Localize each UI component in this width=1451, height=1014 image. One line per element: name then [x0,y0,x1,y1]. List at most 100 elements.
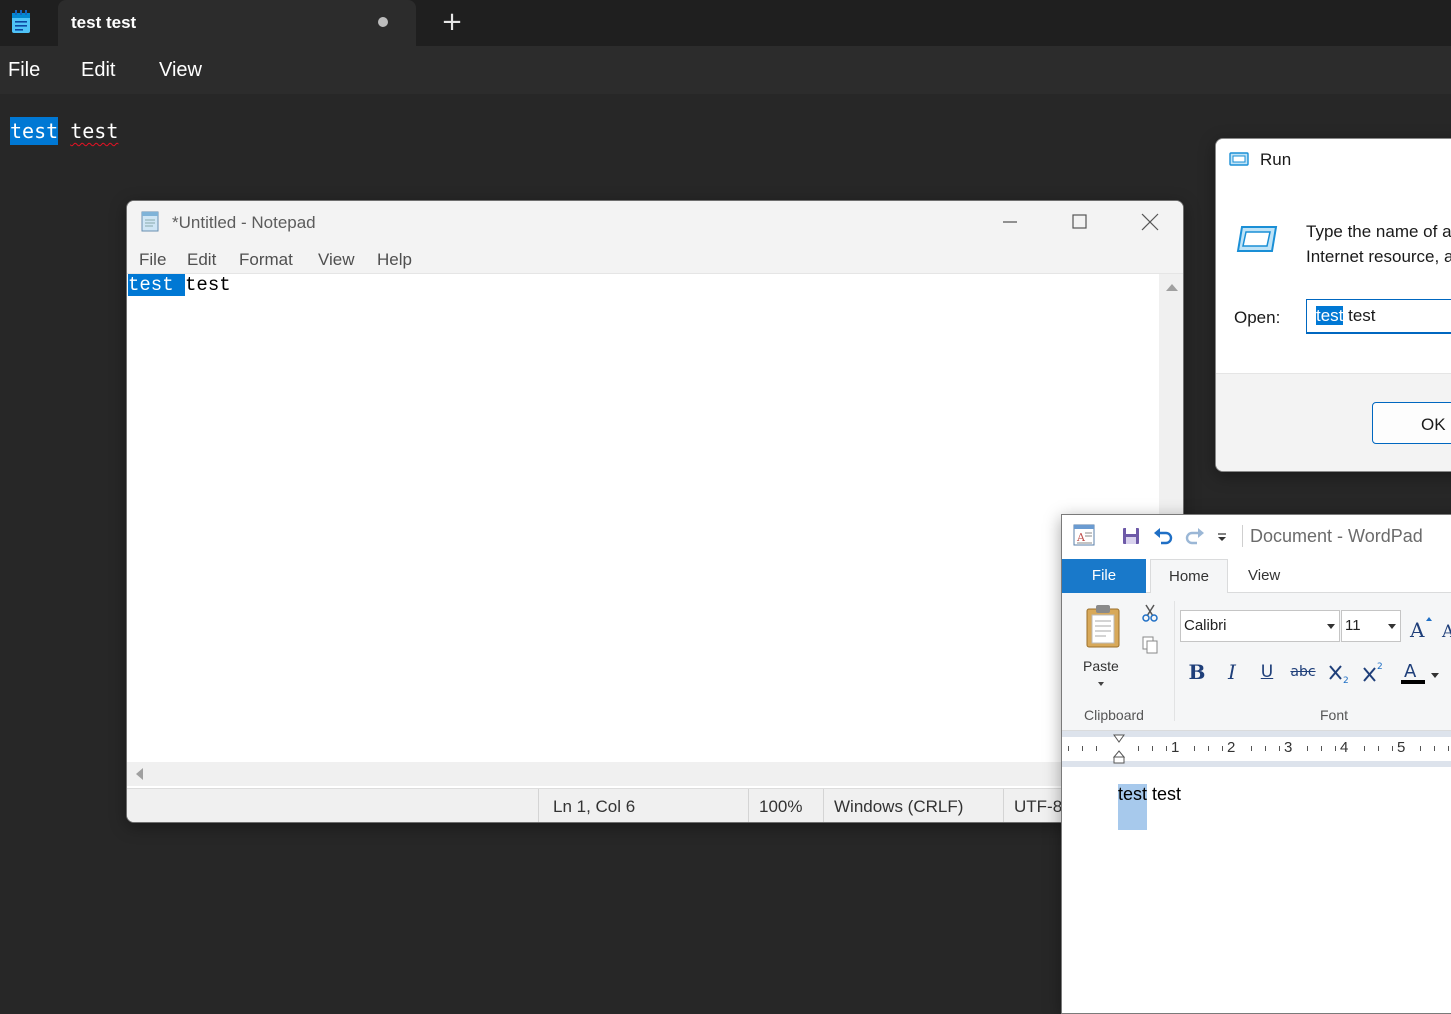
ruler-tick [1392,746,1393,751]
run-description: Type the name of a Internet resource, a [1306,219,1451,269]
run-dialog: Run Type the name of a Internet resource… [1215,138,1451,472]
document-tab[interactable]: test test [58,0,416,46]
horizontal-scrollbar[interactable] [127,762,1159,786]
menu-edit[interactable]: Edit [81,59,115,82]
text-color-icon[interactable]: A [1398,659,1428,685]
customize-quick-access-icon[interactable] [1212,525,1234,547]
redo-icon[interactable] [1184,525,1206,547]
strikethrough-icon[interactable]: abc [1290,659,1316,685]
title-bar: *Untitled - Notepad [127,201,1183,244]
indent-marker-icon[interactable] [1112,733,1126,765]
open-input[interactable]: test test [1306,299,1451,334]
text-editor[interactable]: test test [10,117,118,145]
undo-icon[interactable] [1152,525,1174,547]
notepad-window: *Untitled - Notepad File Edit Format Vie… [126,200,1184,823]
separator [1242,525,1243,547]
ruler-tick [1166,746,1167,751]
text-color-dropdown-icon[interactable] [1431,673,1439,678]
tab-view[interactable]: View [1248,559,1280,593]
minimize-icon[interactable] [997,209,1023,235]
menu-bar: File Edit View [0,46,1451,94]
paste-icon[interactable] [1084,603,1122,649]
document-text: test [1147,784,1182,804]
font-family-value: Calibri [1184,617,1227,634]
unsaved-dot-icon[interactable] [378,17,388,27]
title-bar: test test + [0,0,1451,46]
subscript-icon[interactable]: 2 [1326,659,1352,685]
ok-button[interactable]: OK [1372,402,1451,444]
chevron-down-icon[interactable] [1388,624,1396,629]
notepad-icon [141,211,159,232]
menu-file[interactable]: File [139,250,166,270]
save-icon[interactable] [1120,525,1142,547]
ruler-tick [1307,746,1308,751]
tab-file[interactable]: File [1062,559,1146,593]
ruler-tick [1279,746,1280,751]
ruler-tick [1208,746,1209,751]
ruler-tick [1068,746,1069,751]
menu-view[interactable]: View [318,250,355,270]
ruler-tick [1222,746,1223,751]
ruler-tick [1082,746,1083,751]
bold-icon[interactable]: B [1184,659,1210,685]
input-text: test [1343,306,1376,325]
dialog-title: Run [1260,150,1292,169]
editor-text: test [185,274,231,296]
open-label: Open: [1234,308,1281,327]
tab-home[interactable]: Home [1150,559,1228,594]
text-editor[interactable]: test test [127,274,1159,762]
document-area[interactable]: test test [1062,767,1451,1013]
new-tab-plus-icon[interactable]: + [440,9,464,35]
selected-text: test [10,117,59,145]
description-line-2: Internet resource, a [1306,247,1451,266]
cut-icon[interactable] [1140,603,1160,623]
maximize-icon[interactable] [1066,209,1092,235]
description-line-1: Type the name of a [1306,222,1451,241]
ruler-number: 2 [1227,739,1236,756]
ruler-tick [1265,746,1266,751]
ruler-tick [1434,746,1435,751]
wordpad-window: A Document - WordPad File Home View Past… [1061,514,1451,1014]
ruler[interactable]: 1 2 3 4 5 [1062,731,1451,767]
run-icon [1229,152,1249,166]
font-family-select[interactable]: Calibri [1180,610,1340,642]
ribbon-tabs: File Home View [1062,557,1451,594]
ruler-tick [1378,746,1379,751]
ruler-number: 5 [1397,739,1406,756]
svg-text:A: A [1441,622,1451,641]
clipboard-group-label: Clipboard [1084,707,1144,723]
menu-help[interactable]: Help [377,250,412,270]
scroll-up-arrow-icon[interactable] [1166,284,1178,291]
font-size-select[interactable]: 11 [1341,610,1401,642]
ruler-tick [1420,746,1421,751]
selected-text: test [128,274,186,296]
font-size-value: 11 [1345,617,1361,634]
grow-font-icon[interactable]: A [1408,615,1434,641]
ruler-tick [1194,746,1195,751]
menu-file[interactable]: File [8,59,40,82]
menu-edit[interactable]: Edit [187,250,216,270]
font-group-label: Font [1320,707,1349,723]
ruler-tick [1321,746,1322,751]
shrink-font-icon[interactable]: A [1440,615,1451,641]
underline-icon[interactable]: U [1254,659,1280,685]
chevron-down-icon[interactable] [1327,624,1335,629]
copy-icon[interactable] [1140,635,1160,655]
paste-label[interactable]: Paste [1083,658,1119,674]
scroll-left-arrow-icon[interactable] [136,768,143,780]
menu-format[interactable]: Format [239,250,293,270]
window-title: *Untitled - Notepad [172,213,316,232]
menu-view[interactable]: View [159,59,202,82]
close-icon[interactable] [1137,209,1163,235]
ruler-number: 3 [1284,739,1293,756]
paste-dropdown-arrow-icon[interactable] [1098,682,1104,686]
svg-text:2: 2 [1377,662,1383,672]
italic-icon[interactable]: I [1219,659,1245,685]
selected-text: test [1118,784,1148,830]
svg-text:A: A [1404,661,1417,682]
superscript-icon[interactable]: 2 [1360,659,1386,685]
dialog-footer: OK [1216,373,1451,471]
wordpad-app-icon: A [1073,524,1095,546]
line-ending: Windows (CRLF) [823,789,1003,822]
run-large-icon [1236,226,1278,252]
